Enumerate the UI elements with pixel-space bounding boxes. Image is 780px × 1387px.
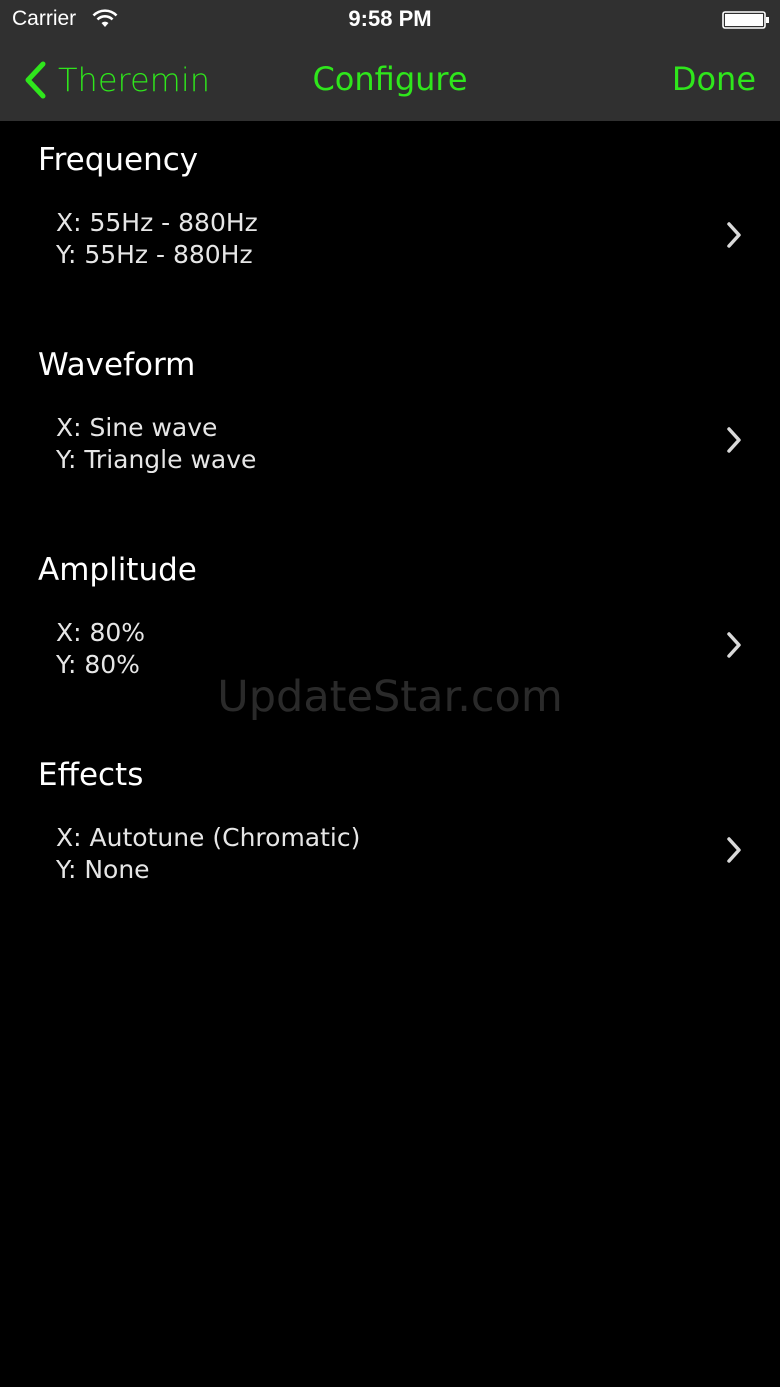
chevron-right-icon — [727, 427, 741, 453]
waveform-row[interactable]: X: Sine wave Y: Triangle wave — [0, 405, 780, 485]
section-effects: Effects X: Autotune (Chromatic) Y: None — [0, 757, 780, 917]
back-button[interactable]: Theremin — [22, 58, 210, 102]
header: Carrier 9:58 PM Theremin Configure Done — [0, 0, 780, 121]
section-amplitude: Amplitude X: 80% Y: 80% — [0, 552, 780, 712]
waveform-y-value: Y: Triangle wave — [56, 445, 257, 474]
chevron-right-icon — [727, 632, 741, 658]
waveform-x-value: X: Sine wave — [56, 413, 218, 442]
section-frequency: Frequency X: 55Hz - 880Hz Y: 55Hz - 880H… — [0, 142, 780, 302]
amplitude-x-value: X: 80% — [56, 618, 146, 647]
section-title: Waveform — [38, 347, 196, 383]
chevron-left-icon — [25, 61, 46, 99]
amplitude-y-value: Y: 80% — [56, 650, 140, 679]
battery-icon — [722, 11, 769, 29]
frequency-x-value: X: 55Hz - 880Hz — [56, 208, 258, 237]
section-title: Amplitude — [38, 552, 197, 588]
section-waveform: Waveform X: Sine wave Y: Triangle wave — [0, 347, 780, 507]
chevron-right-icon — [727, 222, 741, 248]
effects-row[interactable]: X: Autotune (Chromatic) Y: None — [0, 815, 780, 895]
frequency-y-value: Y: 55Hz - 880Hz — [56, 240, 253, 269]
navigation-bar: Theremin Configure Done — [0, 40, 780, 121]
back-button-label: Theremin — [58, 61, 210, 99]
amplitude-row[interactable]: X: 80% Y: 80% — [0, 610, 780, 690]
section-title: Frequency — [38, 142, 199, 178]
done-button[interactable]: Done — [672, 60, 756, 98]
effects-x-value: X: Autotune (Chromatic) — [56, 823, 361, 852]
status-bar: Carrier 9:58 PM — [0, 0, 780, 40]
section-title: Effects — [38, 757, 144, 793]
chevron-right-icon — [727, 837, 741, 863]
effects-y-value: Y: None — [56, 855, 150, 884]
frequency-row[interactable]: X: 55Hz - 880Hz Y: 55Hz - 880Hz — [0, 200, 780, 280]
clock: 9:58 PM — [348, 6, 432, 31]
